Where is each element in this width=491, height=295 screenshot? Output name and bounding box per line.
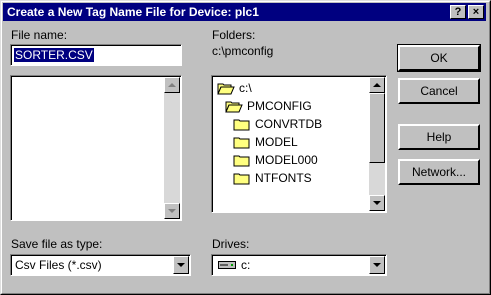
folder-icon	[233, 137, 250, 149]
save-type-value: Csv Files (*.csv)	[15, 258, 102, 272]
folders-scroll-down[interactable]	[369, 195, 385, 211]
folders-label: Folders:	[212, 28, 256, 42]
hard-drive-icon	[218, 261, 236, 269]
chevron-down-icon	[373, 263, 381, 267]
folder-item-model[interactable]: MODEL	[233, 134, 298, 150]
save-type-dropdown-button[interactable]	[173, 256, 189, 274]
folder-icon	[233, 173, 250, 185]
file-list[interactable]	[10, 75, 182, 221]
file-name-value: SORTER.CSV	[14, 48, 94, 62]
cancel-button[interactable]: Cancel	[398, 78, 480, 104]
dialog-title: Create a New Tag Name File for Device: p…	[7, 5, 259, 19]
folder-icon	[233, 155, 250, 167]
folders-scrollbar[interactable]	[369, 77, 385, 211]
save-type-select[interactable]: Csv Files (*.csv)	[10, 254, 191, 276]
folders-scroll-thumb[interactable]	[369, 93, 385, 163]
folder-item-convrtdb[interactable]: CONVRTDB	[233, 116, 322, 132]
folder-icon	[233, 119, 250, 131]
open-folder-icon	[217, 83, 235, 95]
folders-tree[interactable]: c:\ PMCONFIG CONVRTDB MODEL MODEL000 NTF…	[211, 75, 387, 213]
file-list-scrollbar[interactable]	[164, 77, 180, 219]
folders-scroll-up[interactable]	[369, 77, 385, 93]
drives-select[interactable]: c:	[211, 254, 387, 276]
dialog-window: Create a New Tag Name File for Device: p…	[0, 0, 491, 295]
file-list-scroll-down[interactable]	[164, 203, 180, 219]
chevron-down-icon	[177, 263, 185, 267]
drives-dropdown-button[interactable]	[369, 256, 385, 274]
network-button[interactable]: Network...	[398, 159, 480, 185]
open-folder-icon	[225, 101, 243, 113]
folders-path: c:\pmconfig	[212, 44, 274, 58]
help-title-button[interactable]: ?	[450, 5, 466, 19]
drives-label: Drives:	[212, 237, 250, 251]
file-name-label: File name:	[11, 28, 68, 42]
help-button[interactable]: Help	[398, 124, 480, 150]
folder-item-pmconfig[interactable]: PMCONFIG	[225, 98, 312, 114]
title-bar[interactable]: Create a New Tag Name File for Device: p…	[3, 3, 486, 21]
ok-button[interactable]: OK	[397, 44, 481, 72]
folder-item-root[interactable]: c:\	[217, 80, 252, 96]
file-name-input[interactable]: SORTER.CSV	[10, 44, 182, 66]
file-list-scroll-up[interactable]	[164, 77, 180, 93]
folder-item-model000[interactable]: MODEL000	[233, 152, 318, 168]
close-button[interactable]: ×	[468, 5, 484, 19]
folder-item-ntfonts[interactable]: NTFONTS	[233, 170, 312, 186]
save-type-label: Save file as type:	[11, 237, 103, 251]
drives-value: c:	[241, 258, 251, 272]
